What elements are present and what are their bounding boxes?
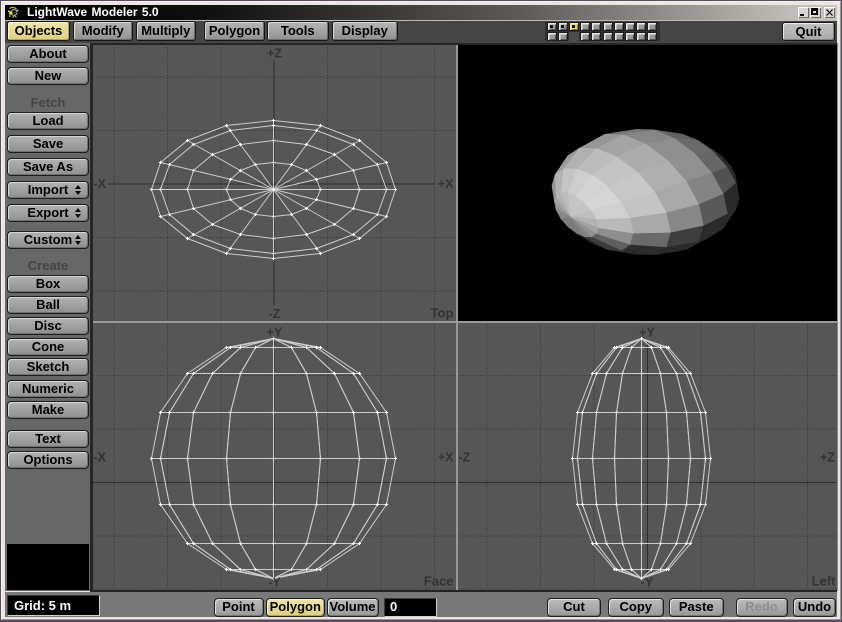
- svg-text:-Z: -Z: [269, 307, 281, 321]
- svg-text:Top: Top: [431, 306, 454, 321]
- svg-text:-Y: -Y: [641, 576, 654, 590]
- svg-text:+Y: +Y: [639, 326, 655, 340]
- svg-text:+Z: +Z: [820, 451, 835, 465]
- svg-text:+Y: +Y: [267, 326, 283, 340]
- svg-text:-X: -X: [94, 177, 107, 191]
- svg-text:Left: Left: [812, 574, 837, 589]
- svg-text:-Z: -Z: [459, 451, 471, 465]
- svg-text:-X: -X: [94, 451, 107, 465]
- svg-text:+Z: +Z: [267, 47, 282, 61]
- svg-text:Face: Face: [424, 574, 454, 589]
- svg-text:+X: +X: [438, 177, 454, 191]
- svg-text:-Y: -Y: [268, 576, 281, 590]
- svg-text:+X: +X: [438, 451, 454, 465]
